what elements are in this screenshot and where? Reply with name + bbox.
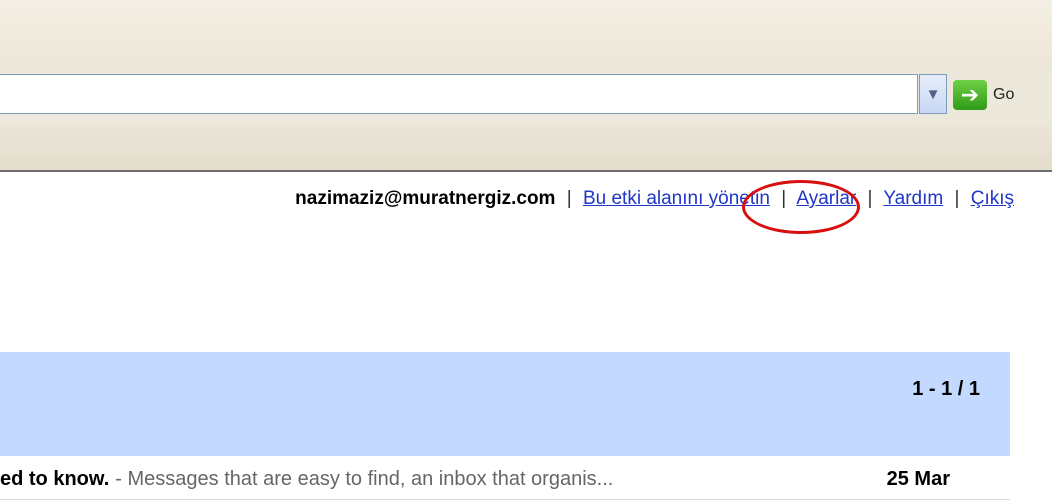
address-dropdown-button[interactable]: ▼	[919, 74, 947, 114]
message-row[interactable]: ed to know. - Messages that are easy to …	[0, 460, 1010, 500]
pagination-count: 1 - 1 / 1	[912, 378, 980, 400]
message-list-header: 1 - 1 / 1	[0, 352, 1010, 456]
go-label: Go	[993, 86, 1015, 103]
separator: |	[781, 188, 787, 209]
browser-toolbar	[0, 0, 1052, 70]
account-email: nazimaziz@muratnergiz.com	[295, 188, 556, 209]
message-subject: ed to know.	[0, 468, 110, 490]
chevron-down-icon: ▼	[925, 85, 941, 103]
message-date: 25 Mar	[886, 468, 950, 490]
separator: |	[566, 188, 572, 209]
manage-domain-link[interactable]: Bu etki alanını yönetin	[583, 188, 770, 209]
logout-link[interactable]: Çıkış	[971, 188, 1014, 209]
address-bar: ▼ ➔ Go	[0, 70, 1052, 124]
message-snippet: - Messages that are easy to find, an inb…	[115, 468, 614, 490]
separator: |	[954, 188, 960, 209]
go-arrow-icon: ➔	[953, 80, 987, 110]
account-links: nazimaziz@muratnergiz.com | Bu etki alan…	[295, 188, 1014, 210]
browser-links-bar	[0, 124, 1052, 172]
settings-link[interactable]: Ayarlar	[796, 188, 856, 209]
address-input[interactable]	[0, 74, 918, 114]
separator: |	[867, 188, 873, 209]
help-link[interactable]: Yardım	[883, 188, 943, 209]
go-button[interactable]: ➔ Go	[953, 76, 1033, 114]
